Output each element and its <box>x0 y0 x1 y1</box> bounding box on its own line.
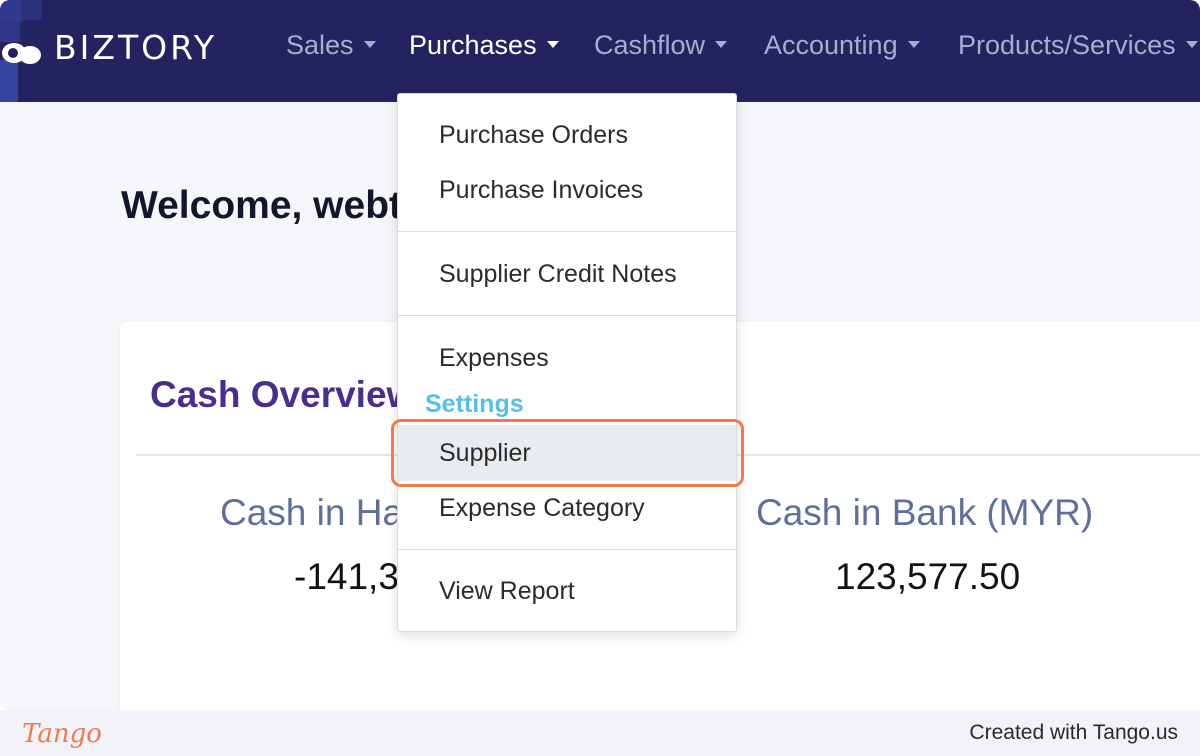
menu-divider <box>398 231 736 232</box>
tango-logo[interactable]: Tango <box>22 719 102 749</box>
menu-item-purchase-orders[interactable]: Purchase Orders <box>439 121 628 150</box>
chevron-down-icon <box>546 41 559 49</box>
cash-overview-title: Cash Overview <box>150 374 416 415</box>
menu-item-view-report[interactable]: View Report <box>439 577 575 606</box>
purchases-dropdown-menu: Purchase Orders Purchase Invoices Suppli… <box>397 93 737 632</box>
cash-in-bank-label: Cash in Bank (MYR) <box>756 492 1094 533</box>
nav-purchases[interactable]: Purchases <box>409 30 559 61</box>
menu-divider <box>398 315 736 316</box>
nav-purchases-label: Purchases <box>409 30 537 60</box>
cash-in-hand-label: Cash in Ha <box>220 492 404 533</box>
menu-item-supplier-credit-notes[interactable]: Supplier Credit Notes <box>439 260 677 289</box>
nav-sales-label: Sales <box>286 30 354 60</box>
nav-products-services[interactable]: Products/Services <box>958 30 1198 61</box>
menu-item-purchase-invoices[interactable]: Purchase Invoices <box>439 176 643 205</box>
top-navbar: BIZTORY Sales Purchases Cashflow Account… <box>0 0 1200 102</box>
menu-item-expenses[interactable]: Expenses <box>439 344 549 373</box>
nav-cashflow[interactable]: Cashflow <box>594 30 728 61</box>
menu-item-expense-category[interactable]: Expense Category <box>439 494 645 523</box>
nav-sales[interactable]: Sales <box>286 30 376 61</box>
brand-name[interactable]: BIZTORY <box>54 28 217 67</box>
nav-products-services-label: Products/Services <box>958 30 1176 60</box>
tango-footer: Tango Created with Tango.us <box>0 710 1200 756</box>
chevron-down-icon <box>1185 41 1198 49</box>
welcome-heading: Welcome, webt <box>121 184 403 227</box>
menu-divider <box>398 549 736 550</box>
nav-accounting[interactable]: Accounting <box>764 30 920 61</box>
biztory-logo-icon[interactable] <box>0 0 42 102</box>
cash-in-bank-value: 123,577.50 <box>835 556 1021 597</box>
nav-cashflow-label: Cashflow <box>594 30 706 60</box>
chevron-down-icon <box>715 41 728 49</box>
chevron-down-icon <box>363 41 376 49</box>
nav-accounting-label: Accounting <box>764 30 898 60</box>
cash-in-hand-value: -141,3 <box>294 556 399 597</box>
click-target-highlight <box>391 419 744 487</box>
settings-section-header: Settings <box>425 390 524 418</box>
app-window: BIZTORY Sales Purchases Cashflow Account… <box>0 0 1200 710</box>
created-with-credit[interactable]: Created with Tango.us <box>969 721 1178 745</box>
chevron-down-icon <box>907 41 920 49</box>
